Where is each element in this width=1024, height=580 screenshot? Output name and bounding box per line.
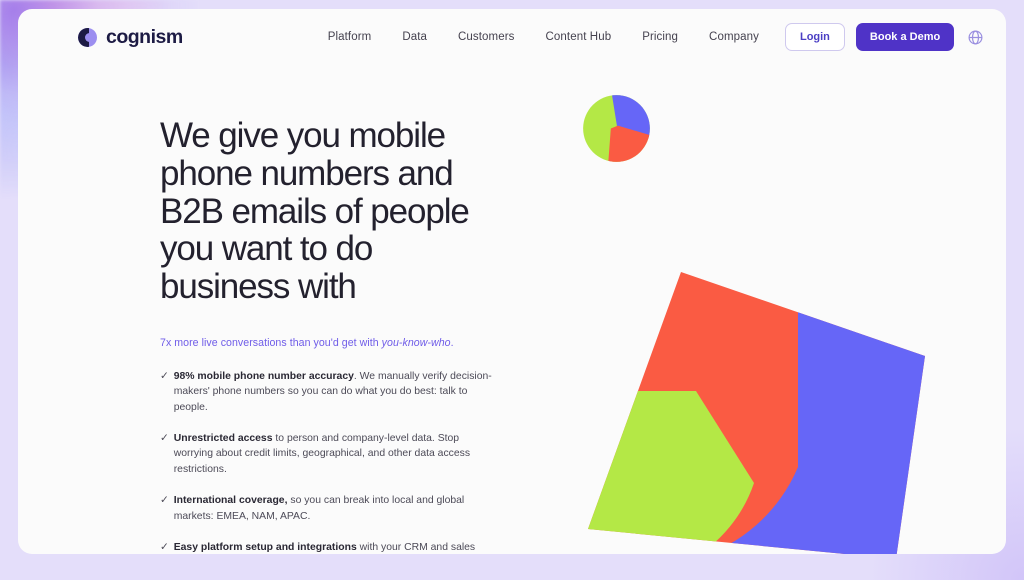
feature-text: International coverage, so you can break… xyxy=(174,493,500,524)
hero-subheadline: 7x more live conversations than you'd ge… xyxy=(160,336,500,352)
list-item: ✓ Unrestricted access to person and comp… xyxy=(160,431,500,477)
nav-item-data[interactable]: Data xyxy=(402,31,427,43)
feature-text: Unrestricted access to person and compan… xyxy=(174,431,500,477)
header-actions: Login Book a Demo xyxy=(784,23,985,51)
list-item: ✓ International coverage, so you can bre… xyxy=(160,493,500,524)
cognism-circle-logo-icon xyxy=(78,27,97,47)
list-item: ✓ Easy platform setup and integrations w… xyxy=(160,540,500,554)
main-nav: Platform Data Customers Content Hub Pric… xyxy=(328,31,759,43)
page-card: cognism Platform Data Customers Content … xyxy=(18,9,1006,554)
check-icon: ✓ xyxy=(160,370,169,382)
hero-section: We give you mobile phone numbers and B2B… xyxy=(160,117,500,554)
check-icon: ✓ xyxy=(160,542,169,553)
tri-colour-pie-graphic xyxy=(581,93,652,164)
feature-bold: Unrestricted access xyxy=(173,433,273,445)
nav-item-customers[interactable]: Customers xyxy=(458,31,515,43)
feature-text: Easy platform setup and integrations wit… xyxy=(174,540,500,554)
feature-bold: Easy platform setup and integrations xyxy=(173,542,357,553)
nav-item-pricing[interactable]: Pricing xyxy=(642,31,678,43)
feature-text: 98% mobile phone number accuracy. We man… xyxy=(174,369,500,415)
feature-bold: International coverage, xyxy=(173,495,288,507)
nav-item-company[interactable]: Company xyxy=(709,31,759,43)
brand-name: cognism xyxy=(106,25,183,48)
site-header: cognism Platform Data Customers Content … xyxy=(18,9,1006,65)
tri-colour-rotated-square-graphic xyxy=(574,259,954,554)
feature-bold: 98% mobile phone number accuracy xyxy=(173,370,354,382)
book-a-demo-button[interactable]: Book a Demo xyxy=(855,23,955,51)
nav-item-content-hub[interactable]: Content Hub xyxy=(546,31,612,43)
hero-subheadline-suffix: . xyxy=(450,336,454,349)
brand-logo[interactable]: cognism xyxy=(78,26,183,49)
page-title: We give you mobile phone numbers and B2B… xyxy=(160,116,470,307)
feature-list: ✓ 98% mobile phone number accuracy. We m… xyxy=(160,369,500,554)
check-icon: ✓ xyxy=(160,495,169,507)
hero-subheadline-italic: you-know-who xyxy=(381,336,451,349)
login-button[interactable]: Login xyxy=(784,23,845,51)
list-item: ✓ 98% mobile phone number accuracy. We m… xyxy=(160,369,500,415)
hero-subheadline-prefix: 7x more live conversations than you'd ge… xyxy=(160,336,382,349)
nav-item-platform[interactable]: Platform xyxy=(328,31,372,43)
globe-icon[interactable] xyxy=(965,27,985,47)
check-icon: ✓ xyxy=(160,433,169,445)
